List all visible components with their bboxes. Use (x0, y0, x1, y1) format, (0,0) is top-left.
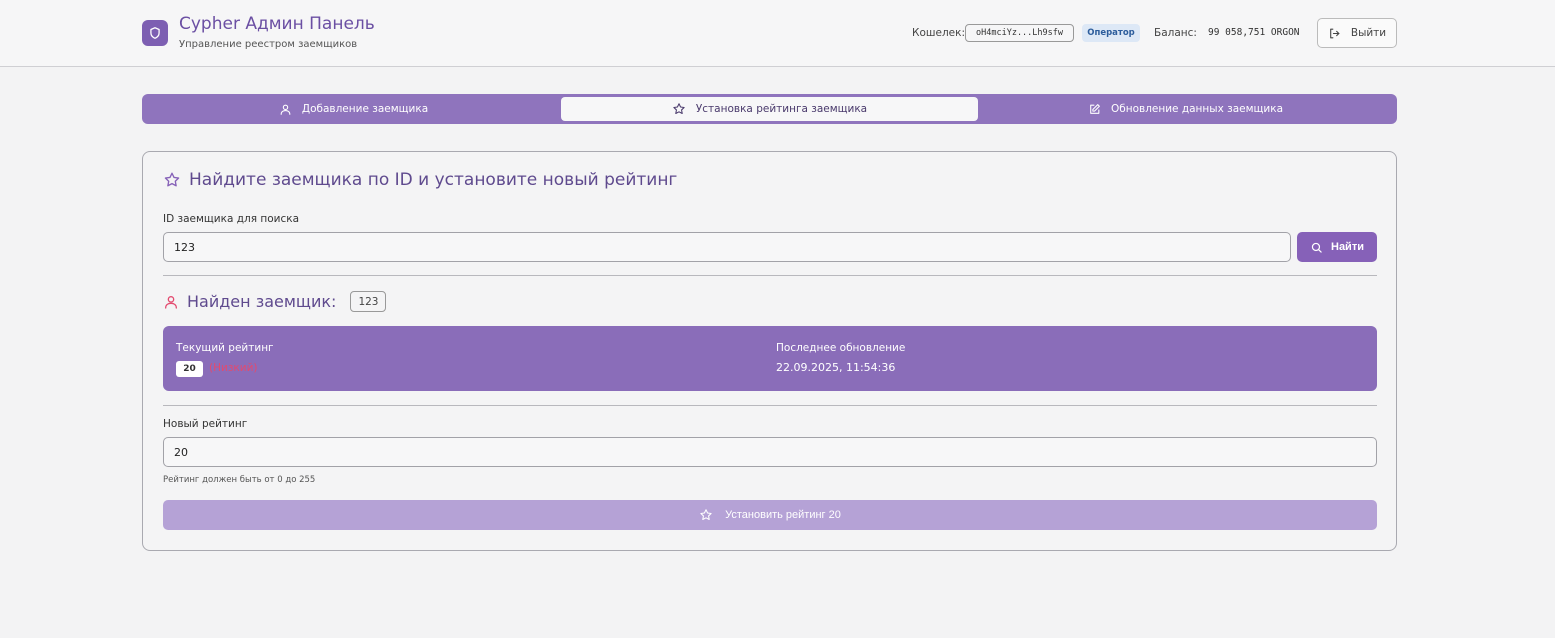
star-icon (163, 171, 181, 189)
tab-add-borrower[interactable]: Добавление заемщика (145, 97, 562, 121)
search-icon (1310, 241, 1323, 254)
set-rating-card: Найдите заемщика по ID и установите новы… (142, 151, 1397, 551)
rating-status: (Низкий) (209, 362, 258, 374)
found-id-chip: 123 (350, 291, 387, 312)
balance-label: Баланс: (1154, 27, 1197, 39)
new-rating-label: Новый рейтинг (163, 418, 248, 430)
logout-label: Выйти (1350, 27, 1387, 39)
shield-icon (142, 20, 168, 46)
found-label: Найден заемщик: (187, 292, 337, 311)
borrower-info-panel: Текущий рейтинг 20 (Низкий) Последнее об… (163, 326, 1377, 391)
card-title: Найдите заемщика по ID и установите новы… (163, 170, 677, 190)
tab-update-borrower[interactable]: Обновление данных заемщика (977, 97, 1394, 121)
tab-bar: Добавление заемщика Установка рейтинга з… (142, 94, 1397, 124)
tab-label: Добавление заемщика (301, 103, 429, 115)
role-badge: Оператор (1082, 24, 1140, 42)
last-update-label: Последнее обновление (776, 342, 906, 354)
current-rating-badge: 20 (176, 361, 203, 377)
last-update-value: 22.09.2025, 11:54:36 (776, 361, 896, 374)
app-subtitle: Управление реестром заемщиков (179, 39, 358, 50)
logout-icon (1328, 27, 1341, 40)
set-rating-label: Установить рейтинг 20 (725, 509, 841, 521)
found-borrower-heading: Найден заемщик: 123 (163, 291, 387, 312)
tab-set-rating[interactable]: Установка рейтинга заемщика (561, 97, 978, 121)
search-label: ID заемщика для поиска (163, 213, 300, 225)
current-rating-label: Текущий рейтинг (176, 342, 274, 354)
set-rating-button[interactable]: Установить рейтинг 20 (163, 500, 1377, 530)
wallet-label: Кошелек: (912, 27, 965, 39)
tab-label: Обновление данных заемщика (1110, 103, 1284, 115)
find-button[interactable]: Найти (1297, 232, 1377, 262)
user-icon (163, 294, 179, 310)
logout-button[interactable]: Выйти (1317, 18, 1397, 48)
borrower-id-input[interactable] (163, 232, 1291, 262)
star-icon (672, 102, 686, 116)
divider (163, 405, 1377, 406)
star-icon (699, 508, 713, 522)
edit-icon (1088, 103, 1101, 116)
card-title-text: Найдите заемщика по ID и установите новы… (189, 170, 678, 190)
balance-value: 99 058,751 ORGON (1208, 27, 1300, 38)
find-button-label: Найти (1331, 241, 1364, 253)
tab-label: Установка рейтинга заемщика (695, 103, 868, 115)
app-header: Cypher Админ Панель Управление реестром … (0, 0, 1555, 67)
divider (163, 275, 1377, 276)
user-icon (279, 103, 292, 116)
wallet-address[interactable]: oH4mciYz...Lh9sfw (965, 24, 1074, 42)
rating-hint: Рейтинг должен быть от 0 до 255 (163, 475, 316, 485)
app-title: Cypher Админ Панель (179, 14, 375, 34)
new-rating-input[interactable] (163, 437, 1377, 467)
